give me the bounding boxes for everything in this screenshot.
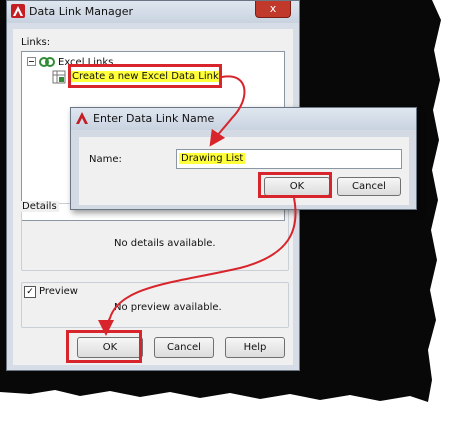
arrow-to-name-dialog — [209, 75, 246, 147]
arrow-to-ok-button — [98, 197, 297, 336]
annotation-arrow-icon — [98, 75, 297, 336]
screenshot-stage: Data Link Manager x Links: Excel Links C… — [0, 0, 474, 436]
